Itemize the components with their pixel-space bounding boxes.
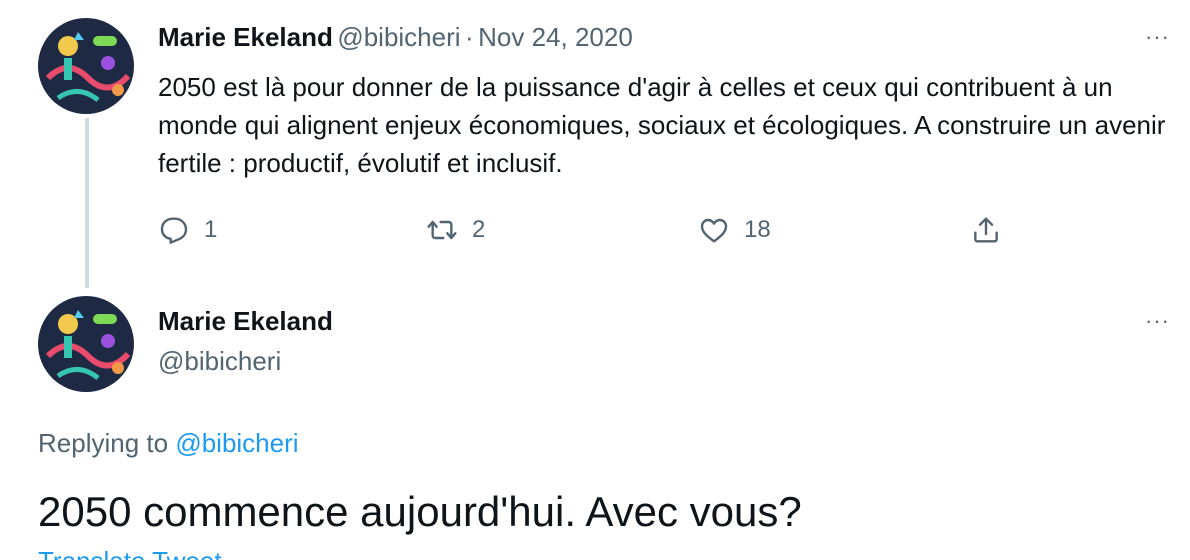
author-handle[interactable]: @bibicheri (158, 346, 281, 377)
like-count: 18 (744, 216, 771, 243)
reply-count: 1 (204, 216, 218, 243)
avatar-illustration-icon (38, 18, 134, 114)
tweet-date[interactable]: Nov 24, 2020 (478, 22, 633, 52)
replying-to-line: Replying to @bibicheri (38, 428, 299, 459)
retweet-count: 2 (472, 216, 486, 243)
author-name[interactable]: Marie Ekeland (158, 306, 333, 337)
avatar-illustration-icon (38, 296, 134, 392)
share-button[interactable] (970, 210, 1002, 250)
tweet-header: Marie Ekeland @bibicheri · Nov 24, 2020 (158, 22, 633, 53)
replying-to-prefix: Replying to (38, 428, 169, 458)
translate-tweet-link[interactable]: Translate Tweet (38, 548, 222, 560)
tweet-text: 2050 est là pour donner de la puissance … (158, 72, 1166, 178)
avatar[interactable] (38, 18, 134, 114)
avatar[interactable] (38, 296, 134, 392)
thread-connector-line (85, 118, 89, 288)
more-options-button[interactable]: ··· (1145, 24, 1170, 50)
more-options-button[interactable]: ··· (1145, 308, 1170, 334)
replying-to-mention[interactable]: @bibicheri (175, 428, 298, 458)
reply-button[interactable]: 1 (158, 210, 217, 250)
reply-icon (160, 217, 188, 244)
like-button[interactable]: 18 (698, 210, 771, 250)
like-icon (700, 218, 728, 243)
retweet-button[interactable]: 2 (426, 210, 485, 250)
tweet-text: 2050 commence aujourd'hui. Avec vous? (38, 488, 802, 535)
header-separator: · (465, 22, 474, 52)
share-icon (974, 217, 998, 243)
author-handle[interactable]: @bibicheri (337, 22, 460, 52)
author-name[interactable]: Marie Ekeland (158, 22, 333, 52)
retweet-icon (427, 220, 457, 240)
